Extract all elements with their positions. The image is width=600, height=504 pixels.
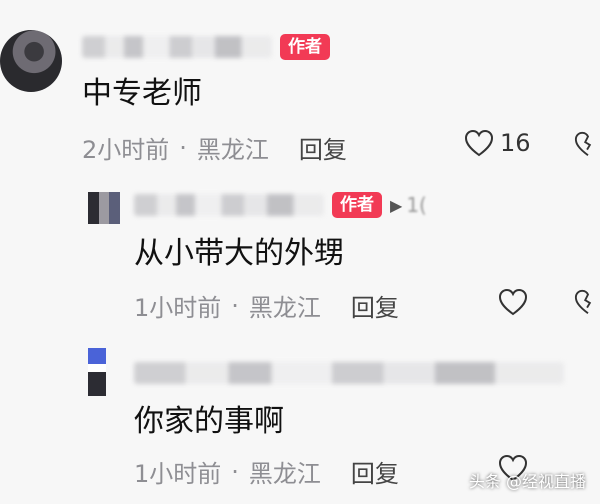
watermark: 头条 @经视直播 [468,472,586,491]
comment-meta: 1小时前 · 黑龙江 回复 [134,288,399,323]
like-button[interactable]: 16 [464,129,531,157]
location: 黑龙江 [248,294,321,322]
comment-meta: 2小时前 · 黑龙江 回复 [82,130,347,165]
comment-meta: 1小时前 · 黑龙江 回复 [134,454,399,489]
comment-header: 作者 [82,34,330,60]
comment-text: 你家的事啊 [134,404,284,439]
separator: · [231,291,239,320]
location: 黑龙江 [196,136,269,164]
reply-target-username[interactable]: 1( [406,193,427,217]
username-blurred[interactable] [82,36,272,58]
timestamp: 1小时前 [134,460,222,488]
avatar[interactable] [88,348,106,396]
comment-text: 中专老师 [82,76,202,111]
comment-text: 从小带大的外甥 [134,236,344,271]
dislike-icon[interactable] [574,288,600,316]
reply-button[interactable]: 回复 [299,130,347,165]
heart-icon[interactable] [498,288,528,316]
separator: · [231,457,239,486]
username-blurred[interactable] [134,194,324,216]
author-badge: 作者 [332,192,382,218]
comment-header [134,362,564,384]
heart-icon [464,129,494,157]
author-badge: 作者 [280,34,330,60]
reply-button[interactable]: 回复 [351,454,399,489]
username-blurred[interactable] [134,362,564,384]
reply-button[interactable]: 回复 [351,288,399,323]
timestamp: 1小时前 [134,294,222,322]
like-count: 16 [500,129,531,157]
avatar[interactable] [88,192,120,224]
comment-1: 作者 中专老师 2小时前 · 黑龙江 回复 16 [0,0,600,170]
dislike-icon[interactable] [574,130,600,158]
reply-arrow-icon: ▶ [390,195,403,215]
separator: · [179,133,187,162]
comment-header: 作者 ▶ 1( [134,192,427,218]
timestamp: 2小时前 [82,136,170,164]
location: 黑龙江 [248,460,321,488]
comment-2: 作者 ▶ 1( 从小带大的外甥 1小时前 · 黑龙江 回复 [0,170,600,330]
avatar[interactable] [0,30,62,92]
